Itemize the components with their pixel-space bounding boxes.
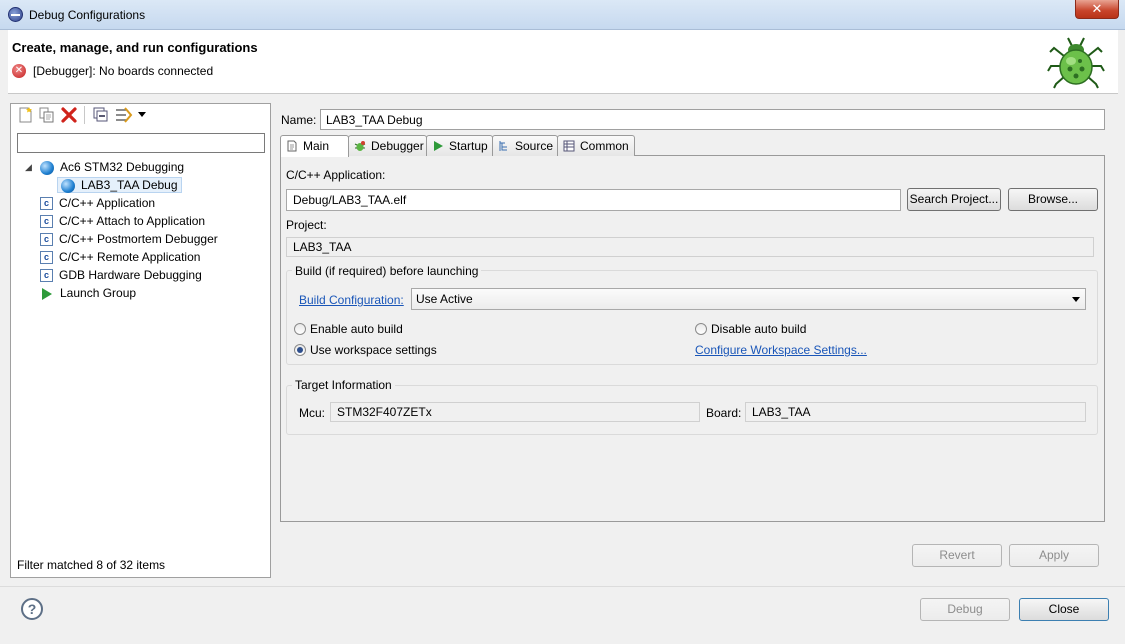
header-title: Create, manage, and run configurations [12, 40, 258, 55]
tree-item-ac6-stm32-debugging[interactable]: Ac6 STM32 Debugging [40, 158, 184, 176]
source-lookup-icon [499, 141, 507, 151]
toolbar-separator [84, 106, 85, 124]
close-button[interactable]: Close [1019, 598, 1109, 621]
apply-button[interactable]: Apply [1009, 544, 1099, 567]
debug-button[interactable]: Debug [920, 598, 1010, 621]
tab-debugger[interactable]: Debugger [348, 135, 427, 156]
help-icon[interactable]: ? [21, 598, 43, 620]
table-icon [563, 140, 575, 152]
use-workspace-settings-radio[interactable] [294, 344, 306, 356]
board-label: Board: [706, 406, 742, 420]
eclipse-icon [8, 7, 23, 22]
tree-item-lab3-taa-debug[interactable]: LAB3_TAA Debug [57, 176, 182, 194]
error-icon: ✕ [12, 64, 26, 78]
delete-icon[interactable] [60, 106, 78, 124]
tab-startup[interactable]: Startup [426, 135, 493, 156]
target-information-title: Target Information [292, 378, 395, 392]
application-input[interactable] [286, 189, 901, 211]
name-label: Name: [281, 113, 317, 127]
document-icon [287, 140, 297, 152]
configure-workspace-settings-link[interactable]: Configure Workspace Settings... [695, 343, 867, 357]
tree-item-cpp-remote[interactable]: c C/C++ Remote Application [40, 248, 200, 266]
filter-status: Filter matched 8 of 32 items [17, 558, 166, 572]
browse-button[interactable]: Browse... [1008, 188, 1098, 211]
mcu-field: STM32F407ZETx [330, 402, 700, 422]
search-project-button[interactable]: Search Project... [907, 188, 1001, 211]
title-bar [0, 0, 1125, 30]
c-icon: c [40, 197, 53, 211]
tree-item-cpp-postmortem[interactable]: c C/C++ Postmortem Debugger [40, 230, 218, 248]
tab-source[interactable]: Source [492, 135, 558, 156]
tree-item-cpp-attach[interactable]: c C/C++ Attach to Application [40, 212, 205, 230]
use-workspace-settings-label: Use workspace settings [310, 343, 437, 357]
play-icon [42, 287, 52, 300]
selected-tree-item: LAB3_TAA Debug [57, 177, 182, 193]
mcu-label: Mcu: [299, 406, 326, 420]
filter-icon[interactable] [114, 106, 136, 124]
duplicate-icon[interactable] [38, 106, 56, 124]
build-configuration-link[interactable]: Build Configuration: [299, 293, 404, 307]
collapse-all-icon[interactable] [92, 106, 110, 124]
header-message: [Debugger]: No boards connected [33, 64, 214, 78]
filter-menu-chevron-down-icon[interactable] [138, 112, 146, 117]
disable-auto-build-radio[interactable] [695, 323, 707, 335]
window-close-button[interactable]: ✕ [1075, 0, 1119, 19]
window-title: Debug Configurations [29, 8, 146, 22]
revert-button[interactable]: Revert [912, 544, 1002, 567]
c-icon: c [40, 215, 53, 229]
build-configuration-select[interactable]: Use Active [411, 288, 1086, 310]
globe-icon [40, 160, 54, 175]
project-field: LAB3_TAA [286, 237, 1094, 257]
chevron-down-icon [1072, 297, 1080, 302]
tab-main[interactable]: Main [280, 135, 349, 157]
enable-auto-build-radio[interactable] [294, 323, 306, 335]
c-icon: c [40, 233, 53, 247]
debug-bug-icon [1047, 37, 1105, 89]
tree-item-launch-group[interactable]: Launch Group [40, 284, 136, 302]
tree-expand-chevron-icon[interactable]: ◢ [25, 162, 32, 173]
filter-input[interactable] [17, 133, 265, 153]
board-field: LAB3_TAA [745, 402, 1086, 422]
enable-auto-build-label: Enable auto build [310, 322, 403, 336]
c-icon: c [40, 269, 53, 283]
tree-item-gdb-hardware[interactable]: c GDB Hardware Debugging [40, 266, 202, 284]
project-label: Project: [286, 218, 327, 232]
globe-icon [61, 178, 75, 193]
bug-icon [354, 141, 366, 151]
name-input[interactable] [320, 109, 1105, 130]
footer-divider [0, 586, 1125, 587]
c-icon: c [40, 251, 53, 265]
tab-common[interactable]: Common [557, 135, 635, 156]
play-icon [434, 141, 443, 151]
application-label: C/C++ Application: [286, 168, 386, 182]
disable-auto-build-label: Disable auto build [711, 322, 807, 336]
build-group-title: Build (if required) before launching [292, 264, 482, 278]
new-config-icon[interactable] [17, 106, 35, 124]
tree-item-cpp-application[interactable]: c C/C++ Application [40, 194, 155, 212]
